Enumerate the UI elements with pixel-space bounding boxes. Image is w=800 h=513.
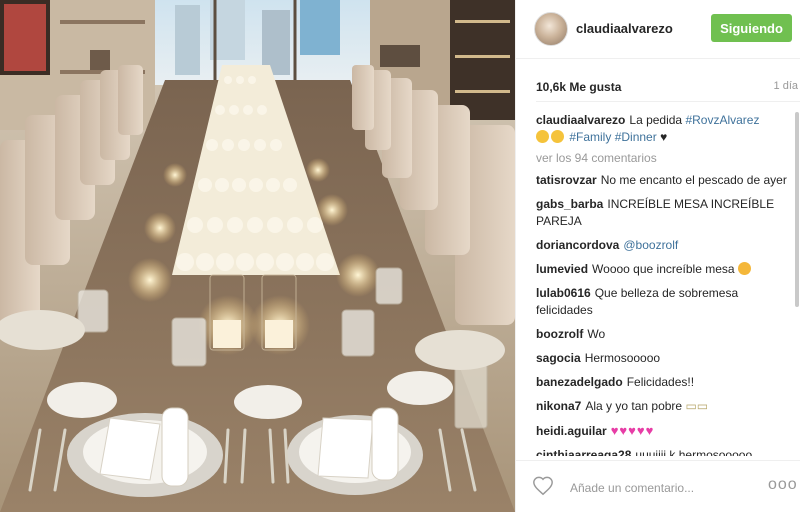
comment-item: doriancordova @boozrolf	[536, 237, 788, 254]
comment-text: Ala y yo tan pobre	[585, 399, 683, 413]
view-all-comments-link[interactable]: ver los 94 comentarios	[536, 151, 788, 165]
likes-row: 10,6k Me gusta 1 día	[536, 80, 798, 98]
caption-text: La pedida	[629, 113, 683, 127]
comment-text: Wo	[587, 327, 606, 341]
comment-username[interactable]: boozrolf	[536, 327, 583, 341]
comment-text: Hermosooooo	[584, 351, 661, 365]
likes-count[interactable]: 10,6k Me gusta	[536, 80, 621, 94]
post-header: claudiaalvarezo Siguiendo	[516, 0, 800, 59]
add-comment-input[interactable]	[568, 476, 762, 500]
dinner-table-photo	[0, 0, 515, 512]
comment-username[interactable]: sagocia	[536, 351, 581, 365]
avatar[interactable]	[534, 12, 568, 46]
comment-text: Felicidades!!	[626, 375, 695, 389]
post-footer: ooo	[516, 460, 800, 513]
comment-item: boozrolf Wo	[536, 326, 788, 343]
comment-item: lulab0616 Que belleza de sobremesa felici…	[536, 285, 788, 319]
caption: claudiaalvarezo La pedida #RovzAlvarez #F…	[536, 112, 788, 146]
more-options-icon[interactable]: ooo	[768, 477, 797, 493]
instagram-post: claudiaalvarezo Siguiendo 10,6k Me gusta…	[0, 0, 800, 512]
comment-text: No me encanto el pescado de ayer	[600, 173, 787, 187]
comment-item: banezadelgado Felicidades!!	[536, 374, 788, 391]
comment-item: lumevied Woooo que increíble mesa	[536, 261, 788, 278]
hashtag-link[interactable]: #Dinner	[615, 130, 657, 144]
comment-item: heidi.aguilar ♥♥♥♥♥	[536, 422, 788, 440]
author-username[interactable]: claudiaalvarezo	[576, 21, 673, 36]
post-time[interactable]: 1 día	[774, 80, 798, 92]
hashtag-link[interactable]: #Family	[569, 130, 611, 144]
comment-username[interactable]: lumevied	[536, 262, 588, 276]
comment-username[interactable]: gabs_barba	[536, 197, 603, 211]
comments-list: claudiaalvarezo La pedida #RovzAlvarez #F…	[536, 112, 788, 456]
pink-hearts-emoji-icon: ♥♥♥♥♥	[610, 423, 655, 438]
comment-item: nikona7 Ala y yo tan pobre ▭▭	[536, 398, 788, 415]
comment-text: uuuiiii k hermosooooo	[635, 448, 753, 456]
comment-text: Woooo que increíble mesa	[592, 262, 735, 276]
comment-username[interactable]: doriancordova	[536, 238, 619, 252]
heart-eyes-emoji-icon	[737, 262, 751, 275]
heart-emoji: ♥	[660, 130, 668, 144]
mention-link[interactable]: @boozrolf	[623, 238, 678, 252]
comment-username[interactable]: nikona7	[536, 399, 581, 413]
comment-item: gabs_barba INCREÍBLE MESA INCREÍBLE PAREJ…	[536, 196, 788, 230]
comment-username[interactable]: banezadelgado	[536, 375, 623, 389]
money-emoji-icon: ▭▭	[685, 399, 709, 413]
caption-username[interactable]: claudiaalvarezo	[536, 113, 625, 127]
comment-item: tatisrovzar No me encanto el pescado de a…	[536, 172, 788, 189]
post-photo[interactable]	[0, 0, 515, 512]
comment-username[interactable]: lulab0616	[536, 286, 591, 300]
comment-username[interactable]: heidi.aguilar	[536, 424, 607, 438]
comment-item: cinthiaarreaga28 uuuiiii k hermosooooo	[536, 447, 788, 456]
divider	[536, 101, 800, 102]
comment-username[interactable]: tatisrovzar	[536, 173, 597, 187]
like-heart-icon[interactable]	[532, 475, 554, 497]
comment-username[interactable]: cinthiaarreaga28	[536, 448, 631, 456]
following-button[interactable]: Siguiendo	[711, 14, 792, 42]
comment-item: sagocia Hermosooooo	[536, 350, 788, 367]
caption-line-2: #Family #Dinner ♥	[536, 129, 788, 146]
comments-scrollbar[interactable]	[795, 112, 799, 307]
emoji-icon	[551, 130, 564, 143]
emoji-icon	[536, 130, 549, 143]
hashtag-link[interactable]: #RovzAlvarez	[685, 113, 759, 127]
post-side-panel: claudiaalvarezo Siguiendo 10,6k Me gusta…	[515, 0, 800, 512]
